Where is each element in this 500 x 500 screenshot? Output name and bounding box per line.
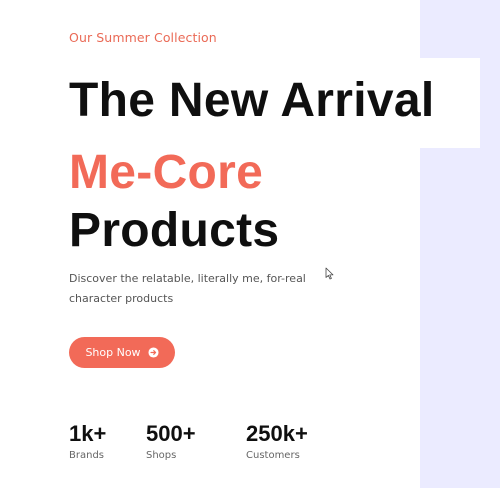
arrow-right-circle-icon bbox=[148, 347, 159, 358]
stat-value: 1k+ bbox=[69, 421, 107, 446]
headline-line-1: The New Arrival bbox=[69, 74, 435, 127]
collection-tagline: Our Summer Collection bbox=[69, 30, 217, 45]
stat-value: 250k+ bbox=[246, 421, 308, 446]
shop-now-button[interactable]: Shop Now bbox=[69, 337, 175, 368]
stat-shops: 500+ Shops bbox=[146, 421, 196, 462]
stat-label: Customers bbox=[246, 450, 300, 461]
headline-line-3: Products bbox=[69, 204, 280, 257]
mouse-cursor-icon bbox=[325, 267, 334, 280]
stat-customers: 250k+ Customers bbox=[246, 421, 308, 462]
stat-value: 500+ bbox=[146, 421, 196, 446]
shop-now-label: Shop Now bbox=[85, 346, 141, 359]
stat-label: Shops bbox=[146, 450, 177, 461]
stat-brands: 1k+ Brands bbox=[69, 421, 107, 462]
hero-description: Discover the relatable, literally me, fo… bbox=[69, 272, 306, 305]
headline-line-2: Me-Core bbox=[69, 146, 264, 199]
stat-label: Brands bbox=[69, 450, 104, 461]
